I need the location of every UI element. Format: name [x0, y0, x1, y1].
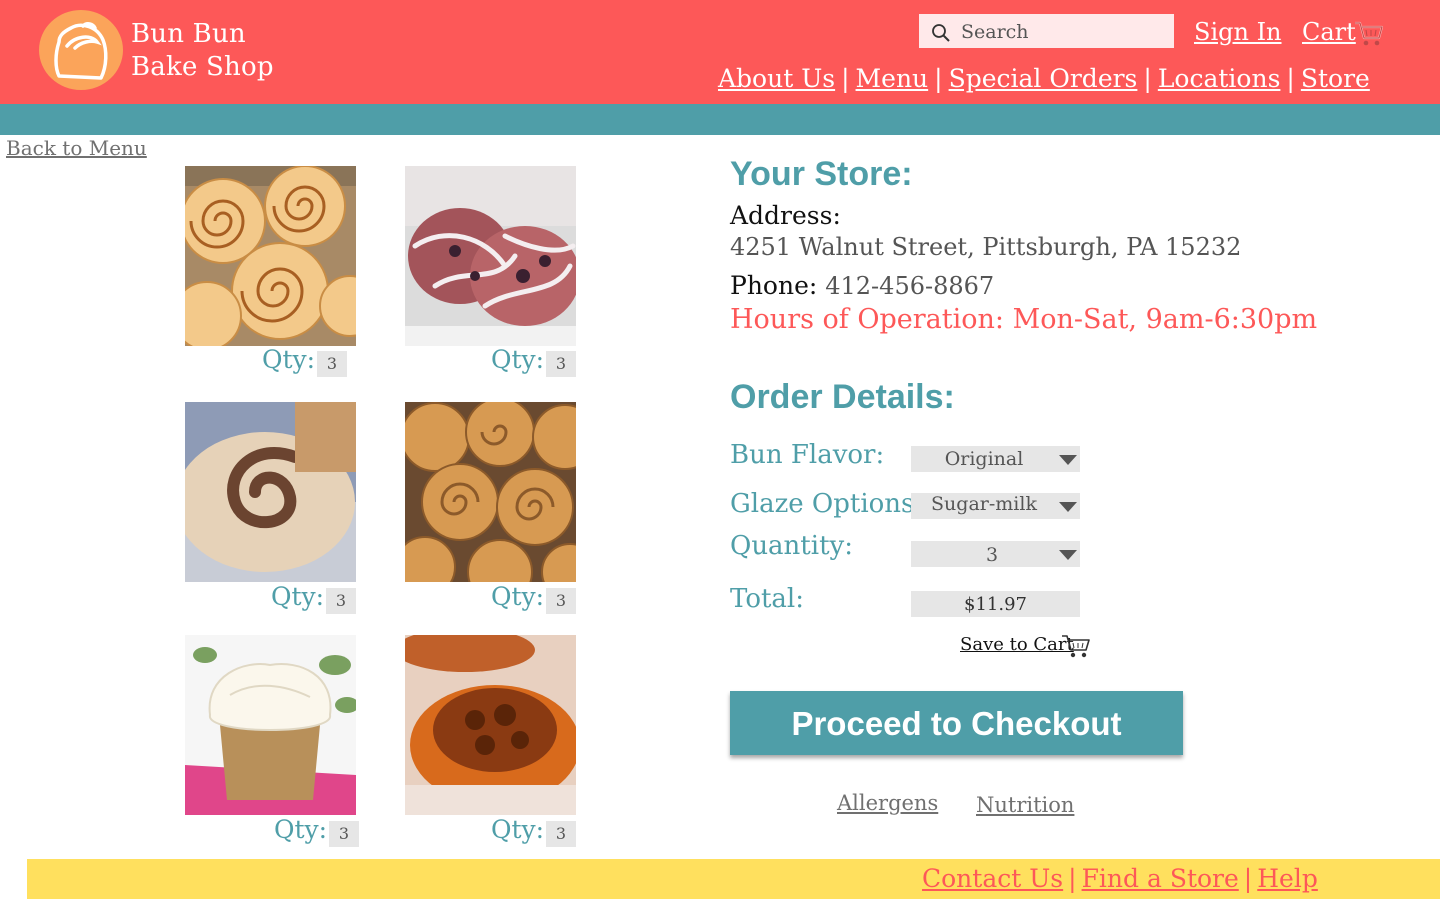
- phone-value: 412-456-8867: [825, 272, 995, 300]
- footer-find-a-store[interactable]: Find a Store: [1082, 864, 1239, 893]
- search-icon: [932, 24, 950, 42]
- qty-input[interactable]: 3: [326, 588, 356, 614]
- dropdown-arrow-icon: [1059, 455, 1077, 465]
- product-image-6[interactable]: [405, 635, 576, 815]
- product-image-4[interactable]: [405, 402, 576, 582]
- qty-label: Qty:: [271, 582, 325, 611]
- footer-separator: |: [1068, 864, 1077, 893]
- nav-separator: |: [1286, 64, 1295, 93]
- qty-label: Qty:: [262, 345, 316, 374]
- qty-input[interactable]: 3: [546, 588, 576, 614]
- brand-name-line1: Bun Bun: [131, 19, 246, 49]
- nav-special-orders[interactable]: Special Orders: [949, 64, 1138, 93]
- quantity-label: Quantity:: [730, 531, 853, 561]
- address-value: 4251 Walnut Street, Pittsburgh, PA 15232: [730, 233, 1242, 261]
- total-value: $11.97: [911, 591, 1080, 617]
- hours-of-operation: Hours of Operation: Mon-Sat, 9am-6:30pm: [730, 304, 1318, 335]
- bun-flavor-label: Bun Flavor:: [730, 440, 885, 470]
- nav-locations[interactable]: Locations: [1158, 64, 1281, 93]
- nav-menu[interactable]: Menu: [856, 64, 929, 93]
- quantity-value: 3: [985, 544, 999, 566]
- phone-line: Phone: 412-456-8867: [730, 271, 994, 300]
- nutrition-link[interactable]: Nutrition: [976, 793, 1074, 817]
- back-to-menu-link[interactable]: Back to Menu: [6, 136, 147, 160]
- footer-contact-us[interactable]: Contact Us: [922, 864, 1063, 893]
- order-details-heading: Order Details:: [730, 378, 955, 416]
- brand-name-line2: Bake Shop: [131, 52, 274, 82]
- sign-in-link[interactable]: Sign In: [1194, 18, 1282, 46]
- cart-link[interactable]: Cart: [1302, 18, 1356, 46]
- nav-separator: |: [934, 64, 943, 93]
- bun-logo-icon[interactable]: [39, 10, 123, 90]
- dropdown-arrow-icon: [1059, 550, 1077, 560]
- bun-flavor-value: Original: [944, 448, 1024, 470]
- total-label: Total:: [730, 584, 805, 614]
- qty-input[interactable]: 3: [329, 821, 359, 847]
- product-image-2[interactable]: [405, 166, 576, 346]
- phone-label: Phone:: [730, 271, 818, 300]
- search-input[interactable]: [959, 18, 1168, 46]
- glaze-options-select[interactable]: Sugar-milk: [911, 493, 1080, 519]
- qty-input[interactable]: 3: [317, 351, 347, 377]
- cart-icon[interactable]: [1354, 20, 1384, 48]
- main-nav: About Us | Menu | Special Orders | Locations | S…: [718, 64, 1370, 93]
- search-box[interactable]: [919, 14, 1174, 48]
- product-image-5[interactable]: [185, 635, 356, 815]
- glaze-options-value: Sugar-milk: [931, 493, 1037, 515]
- accent-band: [0, 104, 1440, 135]
- qty-label: Qty:: [491, 345, 545, 374]
- store-heading: Your Store:: [730, 155, 913, 193]
- nav-store[interactable]: Store: [1301, 64, 1370, 93]
- qty-input[interactable]: 3: [546, 821, 576, 847]
- cart-icon[interactable]: [1061, 633, 1091, 659]
- footer-links: Contact Us | Find a Store | Help: [922, 864, 1318, 893]
- nav-separator: |: [841, 64, 850, 93]
- qty-label: Qty:: [274, 815, 328, 844]
- footer-help[interactable]: Help: [1257, 864, 1318, 893]
- quantity-select[interactable]: 3: [911, 541, 1080, 567]
- qty-label: Qty:: [491, 815, 545, 844]
- qty-label: Qty:: [491, 582, 545, 611]
- allergens-link[interactable]: Allergens: [837, 791, 938, 815]
- footer-separator: |: [1243, 864, 1253, 893]
- address-label: Address:: [730, 201, 841, 230]
- proceed-to-checkout-button[interactable]: Proceed to Checkout: [730, 691, 1183, 755]
- glaze-options-label: Glaze Options:: [730, 489, 924, 519]
- nav-separator: |: [1143, 64, 1152, 93]
- product-image-3[interactable]: [185, 402, 356, 582]
- bun-flavor-select[interactable]: Original: [911, 446, 1080, 472]
- save-to-cart-link[interactable]: Save to Cart: [960, 634, 1074, 655]
- product-image-1[interactable]: [185, 166, 356, 346]
- qty-input[interactable]: 3: [546, 351, 576, 377]
- nav-about-us[interactable]: About Us: [718, 64, 835, 93]
- dropdown-arrow-icon: [1059, 502, 1077, 512]
